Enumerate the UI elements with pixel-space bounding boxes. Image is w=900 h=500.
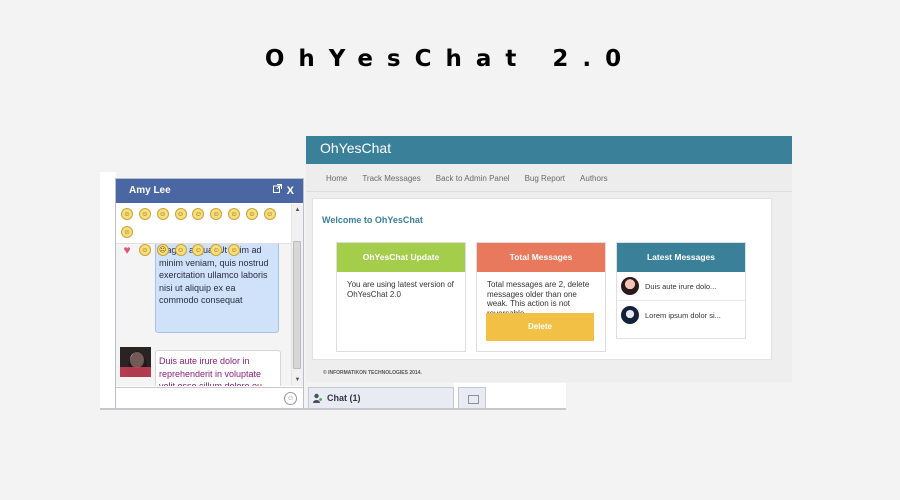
latest-messages-card: Latest Messages Duis aute irure dolo... …: [616, 242, 746, 339]
cool-face-icon[interactable]: ☺: [210, 244, 223, 256]
admin-footer: © INFORMATIKON TECHNOLOGIES 2014.: [323, 370, 422, 376]
angel-face-icon[interactable]: ☺: [121, 226, 133, 238]
nav-home[interactable]: Home: [326, 174, 347, 183]
update-card-title: OhYesChat Update: [337, 243, 465, 272]
admin-header: OhYesChat: [306, 136, 792, 164]
neutral-face-icon[interactable]: ☺: [192, 244, 205, 256]
surprised-face-icon[interactable]: ☺: [245, 208, 258, 220]
heart-icon[interactable]: ♥: [121, 244, 133, 256]
nav-bug-report[interactable]: Bug Report: [525, 174, 565, 183]
smile-icon[interactable]: ☺: [121, 208, 133, 220]
neutral-face-icon[interactable]: ☺: [228, 244, 241, 256]
latest-message-text: Duis aute irure dolo...: [645, 281, 717, 291]
close-button[interactable]: X: [287, 179, 294, 203]
incoming-message-text: Duis aute irure dolor in reprehenderit i…: [159, 356, 262, 386]
avatar: [621, 306, 639, 324]
delete-button[interactable]: Delete: [486, 313, 594, 341]
total-messages-title: Total Messages: [477, 243, 605, 272]
latest-message-text: Lorem ipsum dolor si...: [645, 310, 721, 320]
scroll-up-arrow-icon[interactable]: ▲: [293, 206, 302, 215]
page-title: OhYesChat 2.0: [264, 46, 636, 72]
nav-back-to-admin[interactable]: Back to Admin Panel: [436, 174, 510, 183]
options-icon: [468, 395, 479, 404]
sad-face-icon[interactable]: ☹: [156, 244, 169, 256]
nav-track-messages[interactable]: Track Messages: [362, 174, 420, 183]
online-user-icon: [313, 393, 322, 403]
chat-tab-label: Chat (1): [327, 393, 361, 403]
total-messages-text: Total messages are 2, delete messages ol…: [487, 280, 590, 318]
popout-icon[interactable]: [273, 179, 282, 203]
latest-message-item[interactable]: Lorem ipsum dolor si...: [617, 301, 745, 329]
incoming-message: Duis aute irure dolor in reprehenderit i…: [155, 350, 281, 386]
nav-authors[interactable]: Authors: [580, 174, 608, 183]
neutral-face-icon[interactable]: ☺: [228, 208, 241, 220]
smile-icon[interactable]: ☺: [138, 208, 151, 220]
chat-backdrop: [100, 172, 116, 410]
chat-options-button[interactable]: [458, 387, 486, 408]
scroll-thumb[interactable]: [293, 241, 301, 369]
chat-header[interactable]: Amy Lee X: [116, 179, 303, 203]
latest-message-item[interactable]: Duis aute irure dolo...: [617, 272, 745, 301]
cool-face-icon[interactable]: ☺: [210, 208, 223, 220]
chat-contact-name: Amy Lee: [129, 185, 171, 196]
admin-content-panel: Welcome to OhYesChat OhYesChat Update Yo…: [312, 198, 772, 360]
avatar: [621, 277, 639, 295]
welcome-heading: Welcome to OhYesChat: [322, 215, 423, 225]
avatar: [120, 347, 151, 377]
smiley-icon[interactable]: ☺: [284, 392, 297, 405]
latest-messages-title: Latest Messages: [617, 243, 745, 272]
scroll-down-arrow-icon[interactable]: ▼: [293, 376, 302, 385]
emoji-picker: ☺ ☺ ☺ ☺ ☺ ☺ ☺ ☺ ☺ ☺ ♥ ☺ ☹ ☺ ☺ ☺ ☺: [116, 204, 291, 256]
admin-nav-bar: Home Track Messages Back to Admin Panel …: [306, 165, 792, 192]
total-messages-card: Total Messages Total messages are 2, del…: [476, 242, 606, 352]
admin-panel-window: OhYesChat Home Track Messages Back to Ad…: [306, 136, 792, 382]
neutral-face-icon[interactable]: ☺: [263, 208, 276, 220]
chat-message-input[interactable]: ☺: [116, 387, 303, 410]
update-card-text: You are using latest version of OhYesCha…: [347, 280, 454, 299]
tongue-face-icon[interactable]: ☺: [192, 208, 205, 220]
confused-face-icon[interactable]: ☺: [174, 244, 187, 256]
neutral-face-icon[interactable]: ☺: [174, 208, 187, 220]
admin-app-name: OhYesChat: [320, 140, 392, 156]
chat-messages: magna aliqua. Ut enim ad minim veniam, q…: [116, 204, 291, 386]
taskbar-divider: [100, 408, 566, 410]
chat-scrollbar[interactable]: ▲ ▼: [291, 204, 303, 386]
grin-icon[interactable]: ☺: [156, 208, 169, 220]
update-card: OhYesChat Update You are using latest ve…: [336, 242, 466, 352]
chat-window: Amy Lee X magna aliqua. Ut enim ad minim…: [115, 178, 304, 410]
chat-tab[interactable]: Chat (1): [308, 387, 454, 408]
devil-face-icon[interactable]: ☺: [138, 244, 151, 256]
